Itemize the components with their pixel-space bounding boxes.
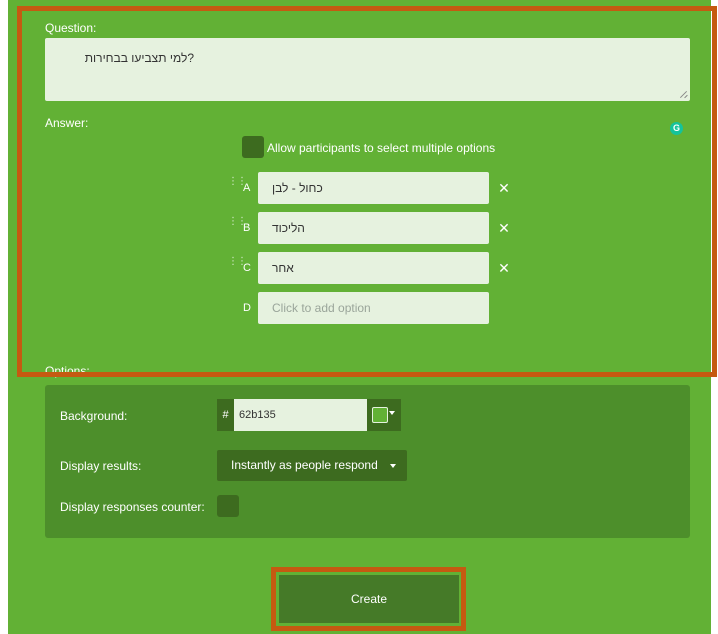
allow-multiple-checkbox[interactable] — [242, 136, 264, 158]
remove-option-icon[interactable]: ✕ — [497, 181, 511, 195]
add-option-input[interactable]: Click to add option — [258, 292, 489, 324]
resize-handle-icon[interactable] — [680, 90, 688, 98]
dialog-title-fragment — [260, 0, 480, 10]
caret-down-icon — [390, 464, 396, 468]
responses-counter-checkbox[interactable] — [217, 495, 239, 517]
caret-down-icon — [389, 411, 395, 415]
hex-prefix: # — [217, 399, 234, 431]
background-color-picker: # 62b135 — [217, 399, 401, 431]
allow-multiple-label: Allow participants to select multiple op… — [267, 141, 496, 155]
display-results-label: Display results: — [60, 459, 142, 473]
option-input-c[interactable]: אחר — [258, 252, 489, 284]
options-label: Options: — [45, 364, 90, 378]
question-text: ?למי תצביעו בבחירות — [84, 51, 194, 65]
remove-option-icon[interactable]: ✕ — [497, 261, 511, 275]
drag-handle-icon[interactable]: ⋮⋮ — [228, 217, 247, 234]
option-text: כחול - לבן — [272, 181, 323, 195]
option-placeholder: Click to add option — [272, 301, 371, 315]
grammarly-icon[interactable]: G — [670, 122, 683, 135]
responses-counter-label: Display responses counter: — [60, 500, 205, 514]
remove-option-icon[interactable]: ✕ — [497, 221, 511, 235]
option-text: אחר — [272, 261, 294, 275]
display-results-select[interactable]: Instantly as people respond — [217, 450, 407, 481]
option-letter: A — [243, 182, 251, 194]
option-input-b[interactable]: הליכוד — [258, 212, 489, 244]
answer-label: Answer: — [45, 116, 89, 130]
option-input-a[interactable]: כחול - לבן — [258, 172, 489, 204]
color-swatch — [372, 407, 388, 423]
option-letter: C — [243, 262, 251, 274]
hex-input[interactable]: 62b135 — [234, 399, 367, 431]
option-letter: B — [243, 222, 251, 234]
option-letter: D — [243, 302, 251, 314]
question-textarea[interactable] — [45, 38, 690, 101]
display-results-value: Instantly as people respond — [231, 458, 378, 472]
create-button[interactable]: Create — [279, 575, 459, 623]
drag-handle-icon[interactable]: ⋮⋮ — [228, 257, 247, 274]
option-text: הליכוד — [272, 221, 305, 235]
drag-handle-icon[interactable]: ⋮⋮ — [228, 177, 247, 194]
background-label: Background: — [60, 409, 128, 423]
question-label: Question: — [45, 21, 97, 35]
color-swatch-button[interactable] — [367, 399, 401, 431]
